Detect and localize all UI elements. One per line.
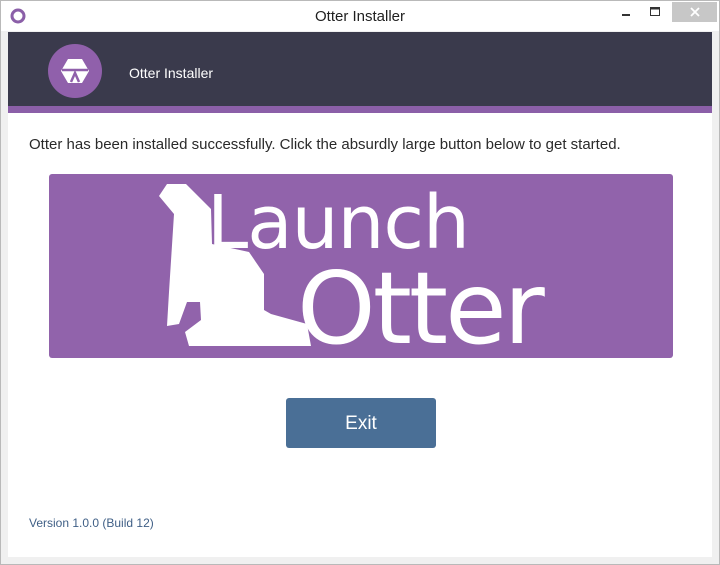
header-title: Otter Installer <box>129 65 214 81</box>
success-message: Otter has been installed successfully. C… <box>29 136 621 153</box>
header-banner: Otter Installer <box>8 32 712 106</box>
installer-window: Otter Installer Otter Installer Otter ha… <box>0 0 720 565</box>
otter-hexagon-logo-icon <box>61 59 89 83</box>
launch-otter-button[interactable]: Launch Otter <box>49 174 673 358</box>
client-area: Otter Installer Otter has been installed… <box>8 32 712 557</box>
window-title: Otter Installer <box>314 8 406 25</box>
minimize-icon <box>622 14 630 16</box>
minimize-button[interactable] <box>613 2 639 22</box>
close-icon <box>689 7 700 17</box>
maximize-button[interactable] <box>642 2 668 22</box>
logo <box>48 44 102 98</box>
maximize-icon <box>650 7 660 16</box>
close-button[interactable] <box>672 2 717 22</box>
title-bar[interactable]: Otter Installer <box>1 1 719 31</box>
exit-button[interactable]: Exit <box>286 398 436 448</box>
launch-line2: Otter <box>297 250 545 359</box>
header-accent-bar <box>8 106 712 113</box>
version-label: Version 1.0.0 (Build 12) <box>29 516 154 530</box>
